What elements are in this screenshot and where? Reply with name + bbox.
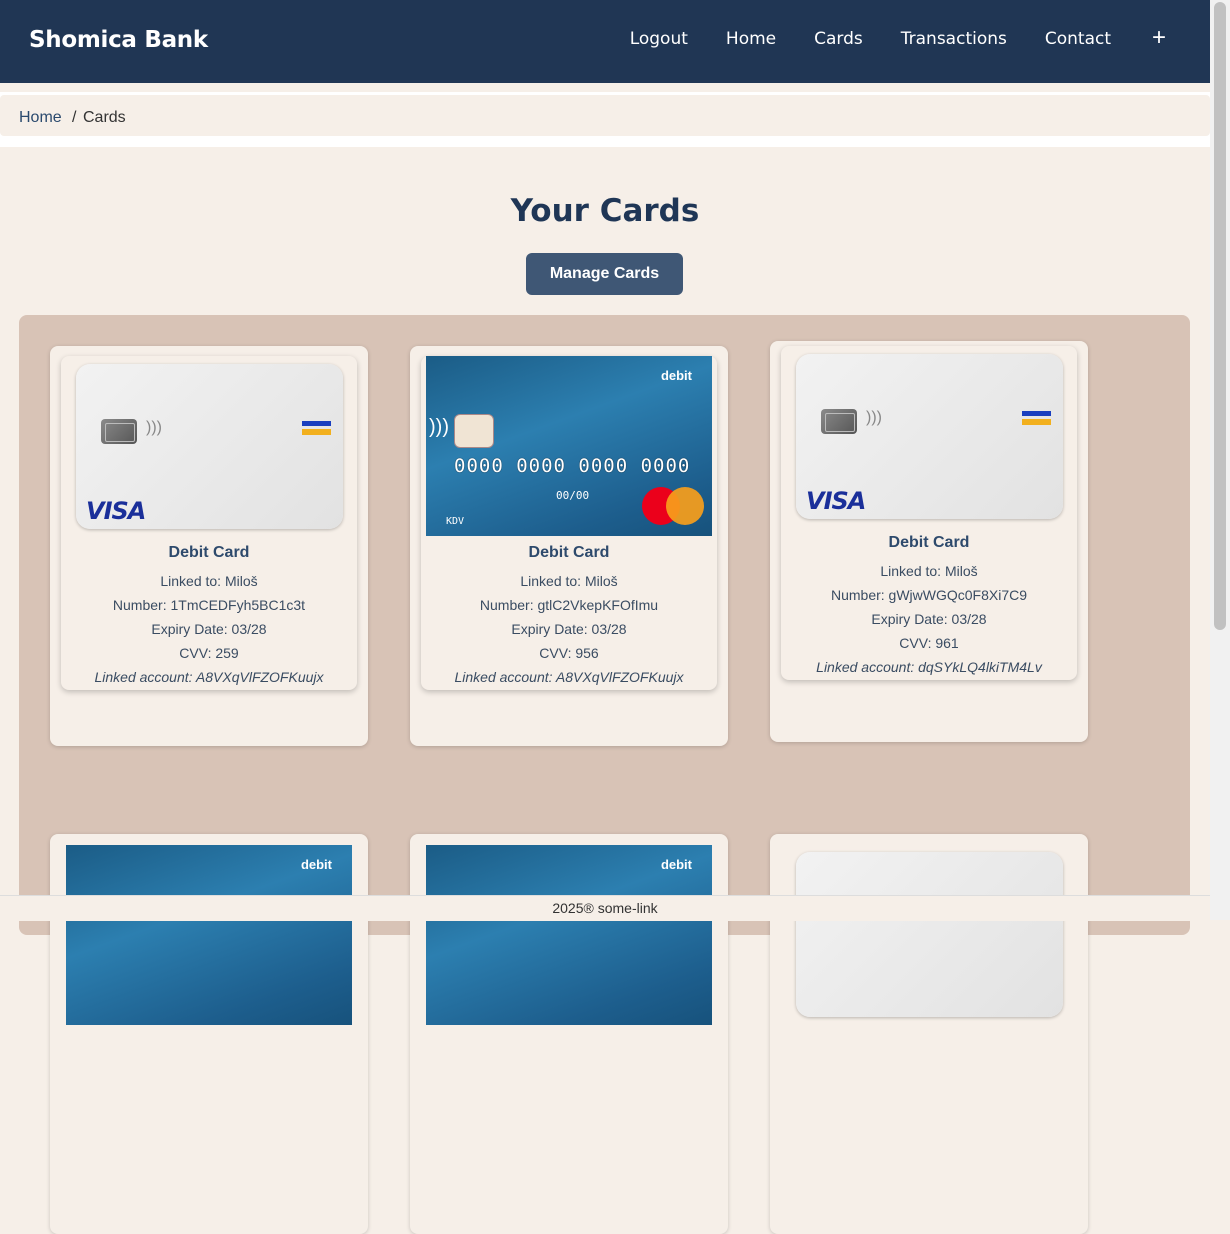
cards-panel: ))) VISA Debit Card Linked to: Miloš Num… — [19, 315, 1190, 1234]
card-type: Debit Card — [168, 544, 250, 561]
chip-icon — [454, 414, 494, 448]
scrollbar[interactable] — [1210, 0, 1230, 920]
mastercard-logo — [642, 487, 706, 527]
card-tile[interactable]: debit — [410, 834, 728, 1234]
card-tile[interactable]: ))) VISA Debit Card Linked to: Miloš Num… — [50, 346, 368, 746]
card-linked-account: Linked account: dqSYkLQ4lkiTM4Lv — [816, 659, 1042, 675]
visa-card-image — [796, 852, 1063, 1017]
card-info: Debit Card Linked to: Miloš Number: 1TmC… — [61, 544, 357, 689]
mastercard-card-image: debit — [66, 845, 352, 1025]
card-expiry: Expiry Date: 03/28 — [151, 621, 267, 637]
visa-card-image: ))) VISA — [796, 354, 1063, 519]
card-number: Number: gtlC2VkepKFOfImu — [479, 597, 659, 613]
card-number: Number: gWjwWGQc0F8Xi7C9 — [830, 587, 1028, 603]
breadcrumb: Home / Cards — [0, 95, 1210, 136]
card-linked-account: Linked account: A8VXqVlFZOFKuujx — [94, 669, 324, 685]
scrollbar-thumb[interactable] — [1214, 2, 1226, 630]
page-title: Your Cards — [510, 193, 700, 229]
card-body: ))) VISA Debit Card Linked to: Miloš Num… — [781, 346, 1077, 680]
card-linked-to: Linked to: Miloš — [880, 563, 978, 579]
visa-logo: VISA — [806, 487, 866, 515]
breadcrumb-home[interactable]: Home — [19, 109, 62, 127]
chip-icon — [101, 419, 137, 444]
breadcrumb-current: Cards — [83, 109, 126, 126]
card-debit-label: debit — [660, 368, 692, 383]
contactless-icon: ))) — [146, 419, 162, 436]
card-tile[interactable]: debit ))) 0000 0000 0000 0000 00/00 KDV … — [410, 346, 728, 746]
breadcrumb-separator: / — [72, 109, 77, 126]
card-debit-label: debit — [300, 857, 332, 872]
manage-cards-button[interactable]: Manage Cards — [526, 253, 683, 295]
visa-card-image: ))) VISA — [76, 364, 343, 529]
card-body: ))) VISA Debit Card Linked to: Miloš Num… — [61, 356, 357, 690]
card-linked-to: Linked to: Miloš — [160, 573, 258, 589]
card-body: debit ))) 0000 0000 0000 0000 00/00 KDV … — [421, 356, 717, 690]
flag-icon — [1022, 411, 1051, 431]
card-cvv: CVV: 956 — [539, 645, 599, 661]
card-cvv: CVV: 259 — [179, 645, 239, 661]
breadcrumb-container: Home / Cards — [0, 92, 1210, 147]
card-info: Debit Card Linked to: Miloš Number: gtlC… — [421, 544, 717, 689]
nav-home[interactable]: Home — [726, 29, 776, 49]
card-debit-label: debit — [660, 857, 692, 872]
contactless-icon: ))) — [866, 409, 882, 426]
nav-cards[interactable]: Cards — [814, 29, 863, 49]
card-cvv: CVV: 961 — [899, 635, 959, 651]
card-tile[interactable]: ))) VISA Debit Card Linked to: Miloš Num… — [770, 341, 1088, 742]
nav-transactions[interactable]: Transactions — [901, 29, 1007, 49]
card-art-expiry: 00/00 — [556, 489, 590, 502]
brand-logo[interactable]: Shomica Bank — [29, 27, 208, 53]
card-art-number: 0000 0000 0000 0000 — [454, 455, 691, 477]
visa-logo: VISA — [86, 497, 146, 525]
nav-links: Logout Home Cards Transactions Contact — [592, 29, 1111, 49]
contactless-icon: ))) — [429, 416, 449, 438]
card-type: Debit Card — [888, 534, 970, 551]
flag-icon — [302, 421, 331, 441]
plus-icon[interactable]: + — [1152, 24, 1166, 52]
card-linked-to: Linked to: Miloš — [520, 573, 618, 589]
card-info: Debit Card Linked to: Miloš Number: gWjw… — [781, 534, 1077, 679]
card-tile[interactable]: debit — [50, 834, 368, 1234]
card-expiry: Expiry Date: 03/28 — [871, 611, 987, 627]
nav-logout[interactable]: Logout — [630, 29, 688, 49]
footer: 2025® some-link — [0, 895, 1210, 921]
card-tile[interactable] — [770, 834, 1088, 1234]
mastercard-card-image: debit ))) 0000 0000 0000 0000 00/00 KDV — [426, 356, 712, 536]
nav-contact[interactable]: Contact — [1045, 29, 1111, 49]
card-art-name: KDV — [446, 516, 465, 527]
mastercard-card-image: debit — [426, 845, 712, 1025]
card-type: Debit Card — [528, 544, 610, 561]
top-navbar: Shomica Bank Logout Home Cards Transacti… — [0, 0, 1210, 83]
chip-icon — [821, 409, 857, 434]
card-linked-account: Linked account: A8VXqVlFZOFKuujx — [454, 669, 684, 685]
card-number: Number: 1TmCEDFyh5BC1c3t — [112, 597, 306, 613]
card-expiry: Expiry Date: 03/28 — [511, 621, 627, 637]
